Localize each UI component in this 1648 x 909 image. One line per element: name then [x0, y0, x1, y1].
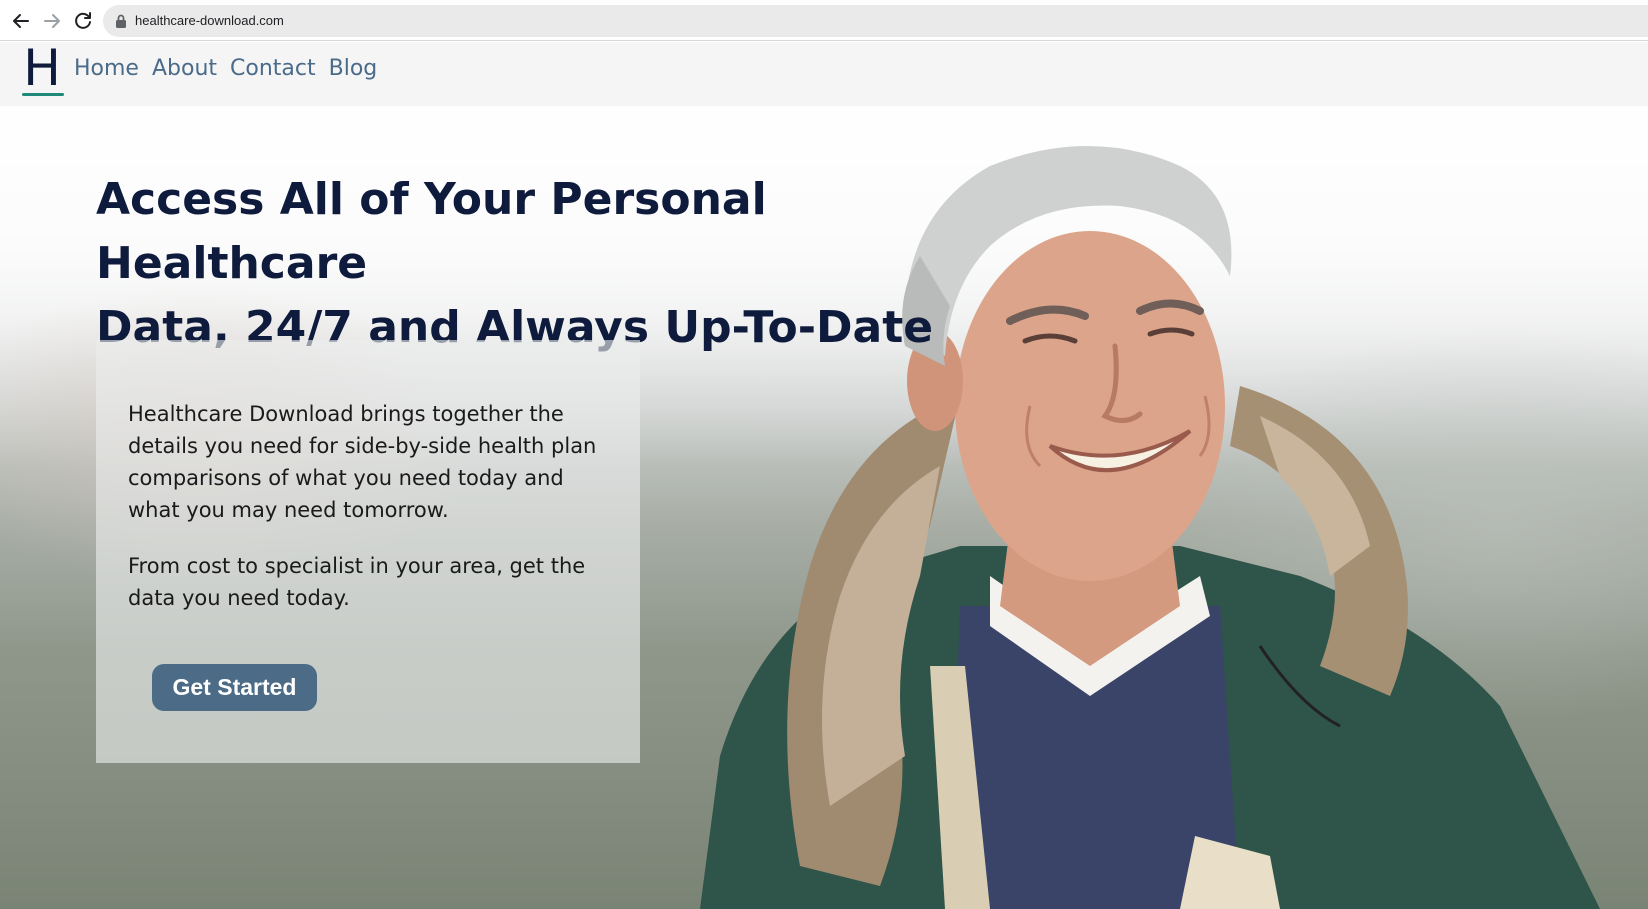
main-nav: Home About Contact Blog	[74, 55, 377, 83]
lock-icon[interactable]	[114, 13, 128, 29]
url-text[interactable]: healthcare-download.com	[135, 12, 284, 30]
forward-arrow-icon[interactable]	[40, 9, 64, 33]
logo-letter: H	[23, 39, 61, 97]
intro-paragraph-1: Healthcare Download brings together the …	[128, 402, 597, 522]
address-bar[interactable]: healthcare-download.com	[103, 5, 1648, 37]
hero-section: Access All of Your Personal Healthcare D…	[0, 106, 1648, 909]
nav-link-blog[interactable]: Blog	[329, 55, 378, 83]
nav-link-home[interactable]: Home	[74, 55, 139, 83]
intro-card: Healthcare Download brings together the …	[96, 340, 640, 763]
get-started-button[interactable]: Get Started	[152, 664, 317, 711]
nav-link-about[interactable]: About	[152, 55, 217, 83]
intro-paragraph-2: From cost to specialist in your area, ge…	[128, 554, 586, 610]
browser-toolbar: healthcare-download.com	[0, 0, 1648, 41]
site-header: H Home About Contact Blog	[0, 41, 1648, 106]
reload-icon[interactable]	[71, 9, 95, 33]
hero-title: Access All of Your Personal Healthcare D…	[96, 168, 996, 360]
hero-title-line-1: Access All of Your Personal Healthcare	[96, 174, 767, 289]
logo-underline	[22, 93, 64, 96]
nav-link-contact[interactable]: Contact	[230, 55, 316, 83]
site-logo[interactable]: H	[22, 41, 66, 97]
back-arrow-icon[interactable]	[9, 9, 33, 33]
